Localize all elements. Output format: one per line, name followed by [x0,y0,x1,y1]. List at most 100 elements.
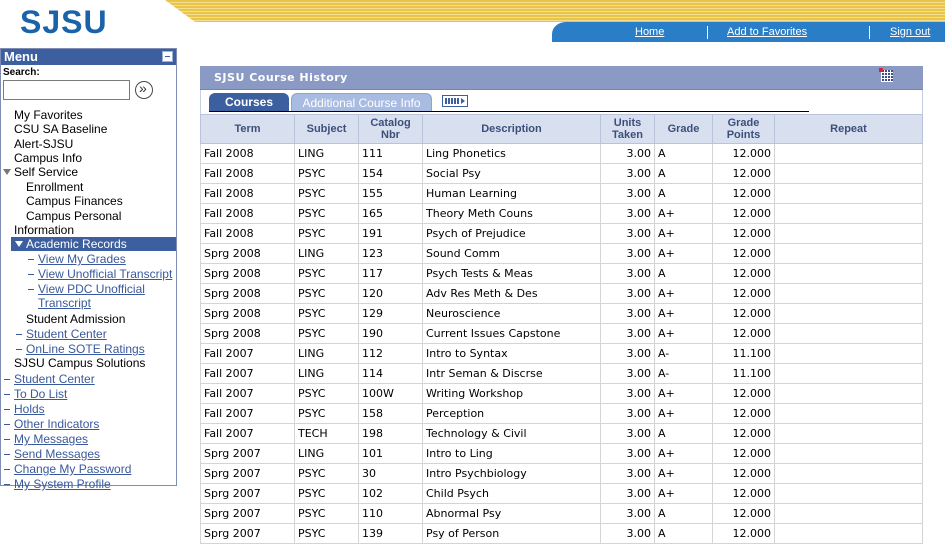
cell-grade-points: 12.000 [712,403,775,424]
cell-grade-points: 12.000 [712,443,775,464]
collapsed-arrow-icon[interactable] [3,358,10,368]
search-go-icon[interactable] [135,80,153,99]
menu-item-campus-finances[interactable]: Campus Finances [26,194,123,208]
sign-out-link[interactable]: Sign out [890,26,930,38]
cell-description: Theory Meth Couns [422,203,601,224]
cell-subject: PSYC [294,283,359,304]
collapsed-arrow-icon[interactable] [15,196,22,206]
table-row: Fall 2007 LING 112 Intro to Syntax 3.00 A- 11.… [200,343,923,364]
tree-dash [4,484,10,485]
cell-units-taken: 3.00 [600,403,655,424]
search-input[interactable] [3,80,130,100]
table-body: Fall 2008 LING 111 Ling Phonetics 3.00 A 12.00… [200,143,923,544]
cell-subject: LING [294,243,359,264]
column-header-term[interactable]: Term [200,114,295,144]
minimize-icon[interactable] [162,51,173,62]
cell-grade: A [654,503,713,524]
course-history-table: Term Subject Catalog Nbr Description Units T… [200,114,923,544]
tab-courses[interactable]: Courses [209,93,289,111]
tree-dash [4,439,10,440]
collapsed-arrow-icon[interactable] [3,110,10,120]
menu-item-my-favorites[interactable]: My Favorites [14,108,83,122]
menu-item-alert-sjsu[interactable]: Alert-SJSU [14,137,73,151]
table-row: Fall 2008 LING 111 Ling Phonetics 3.00 A 12.00… [200,143,923,164]
menu-item-student-admission[interactable]: Student Admission [26,312,125,326]
grid-view-icon[interactable] [879,68,893,82]
menu-item-self-service[interactable]: Self Service [14,165,78,179]
tree-dash [4,379,10,380]
menu-item-enrollment[interactable]: Enrollment [26,180,83,194]
cell-units-taken: 3.00 [600,263,655,284]
menu-item-other-indicators[interactable]: Other Indicators [14,417,99,431]
menu-item-csu-sa-baseline[interactable]: CSU SA Baseline [14,122,107,136]
menu-item-online-sote-ratings[interactable]: OnLine SOTE Ratings [26,342,145,356]
menu-item-view-unofficial-transcript[interactable]: View Unofficial Transcript [38,267,172,281]
cell-catalog-nbr: 100W [358,383,423,404]
menu-item-my-system-profile[interactable]: My System Profile [14,477,111,491]
cell-subject: PSYC [294,303,359,324]
cell-grade-points: 12.000 [712,523,775,544]
cell-grade: A [654,523,713,544]
column-header-grade-points[interactable]: Grade Points [712,114,775,144]
nav-separator [707,26,708,39]
cell-term: Fall 2008 [200,163,295,184]
cell-term: Fall 2007 [200,423,295,444]
expanded-arrow-icon[interactable] [15,241,23,247]
column-header-repeat[interactable]: Repeat [774,114,923,144]
table-row: Fall 2007 TECH 198 Technology & Civil 3.00 A 1… [200,423,923,444]
collapsed-arrow-icon[interactable] [3,124,10,134]
table-row: Sprg 2007 LING 101 Intro to Ling 3.00 A+ 12.00… [200,443,923,464]
home-link[interactable]: Home [635,26,664,38]
cell-description: Current Issues Capstone [422,323,601,344]
menu-item-student-center-sub[interactable]: Student Center [26,327,107,341]
cell-units-taken: 3.00 [600,243,655,264]
tab-additional-course-info[interactable]: Additional Course Info [291,93,432,111]
menu-item-change-my-password[interactable]: Change My Password [14,462,131,476]
table-row: Fall 2007 PSYC 158 Perception 3.00 A+ 12.000 [200,403,923,424]
cell-units-taken: 3.00 [600,443,655,464]
cell-grade-points: 12.000 [712,183,775,204]
table-row: Fall 2008 PSYC 165 Theory Meth Couns 3.00 A+ 1… [200,203,923,224]
menu-item-view-my-grades[interactable]: View My Grades [38,252,126,266]
column-header-subject[interactable]: Subject [294,114,359,144]
collapsed-arrow-icon[interactable] [15,182,22,192]
tree-dash [4,394,10,395]
menu-item-to-do-list[interactable]: To Do List [14,387,67,401]
cell-grade: A+ [654,483,713,504]
column-header-units-taken[interactable]: Units Taken [600,114,655,144]
cell-description: Sound Comm [422,243,601,264]
collapsed-arrow-icon[interactable] [3,139,10,149]
menu-item-holds[interactable]: Holds [14,402,45,416]
menu-item-view-pdc-unofficial-transcript[interactable]: View PDC Unofficial Transcript [38,282,173,310]
cell-catalog-nbr: 190 [358,323,423,344]
column-header-grade[interactable]: Grade [654,114,713,144]
menu-item-sjsu-campus-solutions[interactable]: SJSU Campus Solutions [14,356,145,370]
cell-units-taken: 3.00 [600,483,655,504]
show-all-columns-icon[interactable] [442,95,468,107]
add-to-favorites-link[interactable]: Add to Favorites [727,26,807,38]
tab-strip: Courses Additional Course Info [200,90,923,114]
menu-item-academic-records[interactable]: Academic Records [26,237,127,251]
table-header-row: Term Subject Catalog Nbr Description Units T… [200,114,923,144]
cell-description: Psych of Prejudice [422,223,601,244]
expanded-arrow-icon[interactable] [3,169,11,175]
cell-repeat [774,423,923,444]
cell-grade: A+ [654,303,713,324]
cell-term: Fall 2008 [200,143,295,164]
cell-catalog-nbr: 123 [358,243,423,264]
tree-dash [16,334,22,335]
collapsed-arrow-icon[interactable] [15,314,22,324]
menu-item-campus-personal-information[interactable]: Campus Personal Information [14,209,174,237]
cell-grade: A+ [654,443,713,464]
collapsed-arrow-icon[interactable] [3,153,10,163]
menu-item-send-messages[interactable]: Send Messages [14,447,100,461]
cell-units-taken: 3.00 [600,523,655,544]
cell-units-taken: 3.00 [600,463,655,484]
cell-grade: A [654,423,713,444]
column-header-description[interactable]: Description [422,114,601,144]
menu-item-my-messages[interactable]: My Messages [14,432,88,446]
menu-item-student-center[interactable]: Student Center [14,372,95,386]
column-header-catalog-nbr[interactable]: Catalog Nbr [358,114,423,144]
cell-term: Fall 2007 [200,343,295,364]
menu-item-campus-info[interactable]: Campus Info [14,151,82,165]
